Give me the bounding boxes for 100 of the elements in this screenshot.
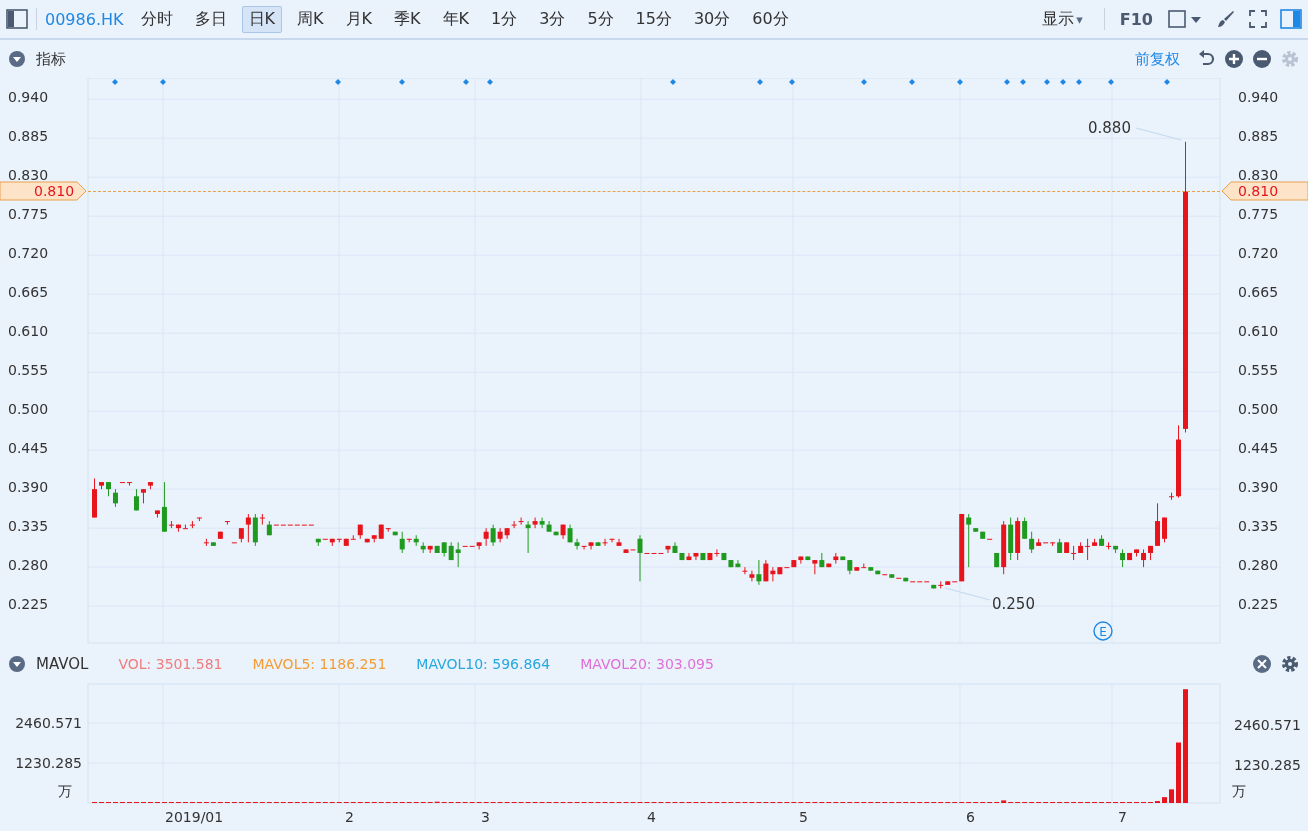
y-axis-label: 0.335 [1238,518,1279,534]
y-axis-label: 0.830 [1238,167,1279,183]
plus-icon[interactable] [1224,49,1244,69]
event-marker-icon[interactable] [1108,79,1114,85]
y-axis-label: 0.885 [8,128,49,145]
x-axis-label: 5 [799,809,808,825]
leader-line [1135,127,1182,141]
unit-label: 万 [1232,783,1246,799]
event-marker-icon[interactable] [670,79,676,85]
legend-item: VOL: 3501.581 [118,656,223,672]
y-axis-label: 0.940 [1238,89,1279,105]
y-axis-label: 0.445 [1238,440,1279,456]
y-axis-label: 0.280 [8,557,49,574]
event-marker-icon[interactable] [399,79,405,85]
event-marker-icon[interactable] [957,79,963,85]
event-marker-icon[interactable] [160,79,166,85]
period-tab[interactable]: 15分 [628,5,679,33]
x-axis-label: 4 [647,809,656,825]
bar [1183,689,1188,803]
collapse-icon[interactable] [8,655,26,673]
x-axis-label: 2 [345,809,354,825]
period-tab[interactable]: 多日 [187,5,234,33]
legend-item: MAVOL5: 1186.251 [252,656,387,672]
bar [1169,789,1175,803]
y-axis-label: 0.225 [8,596,49,613]
square-dropdown-icon[interactable] [1168,9,1204,29]
period-tab[interactable]: 月K [338,5,379,33]
event-marker-icon[interactable] [861,79,867,85]
close-icon[interactable] [1252,654,1272,674]
x-axis-label: 7 [1118,809,1127,825]
leader-line [944,587,991,601]
y-axis-label: 0.280 [1238,557,1279,573]
bar [1162,797,1168,803]
y-axis-label: 0.500 [8,401,49,418]
y-axis-label: 0.335 [8,518,49,535]
period-tab[interactable]: 30分 [686,5,738,33]
collapse-icon[interactable] [8,50,26,68]
period-tab[interactable]: 周K [290,5,331,33]
period-tab[interactable]: 分时 [133,5,180,33]
y-axis-label: 0.555 [1238,362,1279,378]
event-marker-icon[interactable] [1164,79,1170,85]
event-marker-icon[interactable] [1044,79,1050,85]
y-axis-label: 0.610 [8,323,49,340]
candlestick [259,513,265,525]
settings-icon[interactable] [1280,654,1300,674]
minus-icon[interactable] [1252,49,1272,69]
y-axis-label: 0.775 [8,206,49,223]
x-axis-label: 3 [481,809,490,825]
period-tab[interactable]: 日K [241,5,282,33]
y-axis-label: 0.720 [1238,245,1279,261]
bar [1176,742,1182,803]
price-tag: 0.810 [0,181,87,201]
candlestick [714,549,720,557]
panel-toggle-icon[interactable] [1280,9,1302,29]
y-axis-label: 0.665 [8,284,49,301]
period-tab[interactable]: 5分 [580,5,621,33]
period-tab[interactable]: 60分 [745,5,796,33]
low-price-label: 0.250 [992,595,1035,613]
period-tab[interactable]: 1分 [484,5,525,33]
period-tab[interactable]: 季K [387,5,428,33]
candlestick [350,535,356,540]
period-tab[interactable]: 年K [435,5,476,33]
event-marker-icon[interactable] [112,79,118,85]
y-axis-label: 0.445 [8,440,49,457]
y-axis-label: 0.830 [8,167,49,184]
y-axis-label: 1230.285 [15,755,82,771]
event-marker-icon[interactable] [487,79,493,85]
panel-title: MAVOL [36,655,89,673]
y-axis-label: 0.555 [8,362,49,379]
event-marker-icon[interactable] [757,79,763,85]
display-dropdown[interactable]: 显示▾ [1035,5,1090,33]
unit-label: 万 [58,783,72,799]
y-axis-label: 0.225 [1238,596,1279,612]
event-marker-icon[interactable] [1060,79,1066,85]
fullscreen-icon[interactable] [1248,9,1268,29]
event-marker-icon[interactable] [1004,79,1010,85]
x-axis-label: 2019/01 [165,809,224,825]
event-marker-icon[interactable] [463,79,469,85]
y-axis-label: 0.390 [8,479,49,496]
event-marker-icon[interactable] [1076,79,1082,85]
y-axis-label: 0.940 [8,89,49,106]
period-tab[interactable]: 3分 [532,5,573,33]
y-axis-label: 0.885 [1238,128,1279,144]
event-marker-icon[interactable] [1020,79,1026,85]
y-axis-label: 2460.571 [1234,717,1301,733]
event-marker-icon[interactable] [909,79,915,85]
y-axis-label: 0.720 [8,245,49,262]
y-axis-label: 0.665 [1238,284,1279,300]
high-price-label: 0.880 [1088,119,1131,137]
event-marker-icon[interactable] [335,79,341,85]
y-axis-label: 0.500 [1238,401,1279,417]
y-axis-label: 0.390 [1238,479,1279,495]
f10-button[interactable]: F10 [1112,6,1160,32]
price-tag: 0.810 [1221,181,1308,201]
panel-title: 指标 [36,49,66,69]
event-marker-icon[interactable] [789,79,795,85]
y-axis-label: 2460.571 [15,715,82,731]
y-axis-label: 1230.285 [1234,757,1301,773]
brush-icon[interactable] [1216,9,1236,29]
sidebar-toggle-icon[interactable] [6,9,28,29]
